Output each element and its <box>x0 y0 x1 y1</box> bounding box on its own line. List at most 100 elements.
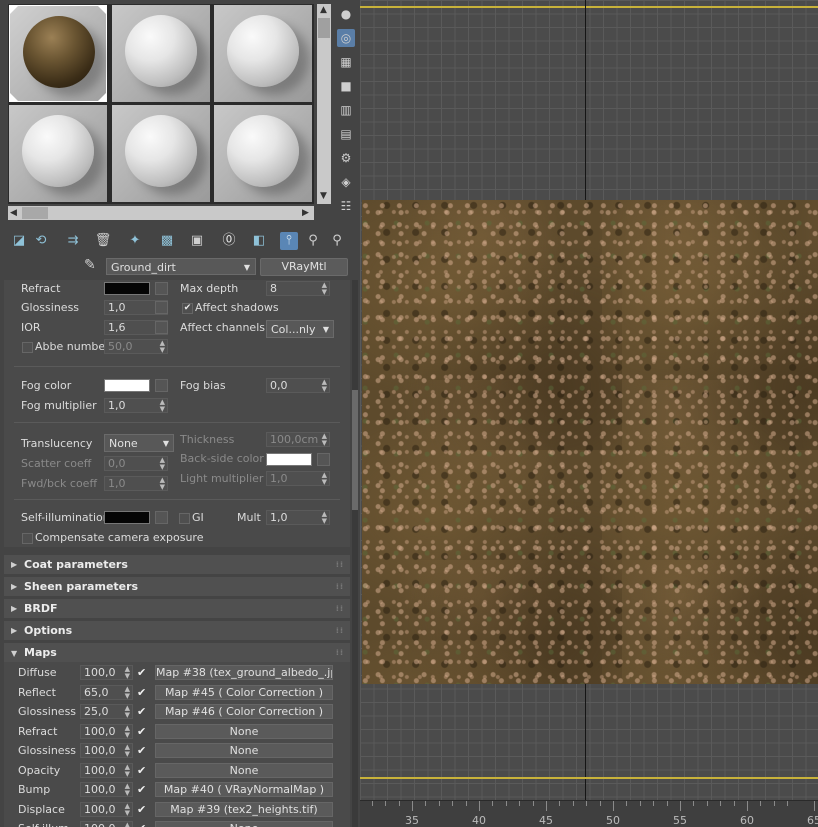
spinner-arrows-icon[interactable]: ▲▼ <box>125 802 130 817</box>
spinner-arrows-icon[interactable]: ▲▼ <box>160 399 165 413</box>
abbe-number-checkbox[interactable] <box>22 342 33 353</box>
scroll-down-icon[interactable]: ▼ <box>320 191 327 201</box>
self-illumination-swatch[interactable] <box>104 511 150 524</box>
spinner-arrows-icon[interactable]: ▲▼ <box>160 340 165 354</box>
spinner-arrows-icon[interactable]: ▲▼ <box>160 457 165 471</box>
spinner-arrows-icon[interactable]: ▲▼ <box>322 511 327 525</box>
eyedropper-icon[interactable]: ✎ <box>84 257 96 273</box>
material-type-button[interactable]: VRayMtl <box>260 258 348 276</box>
map-slot-button[interactable]: None <box>155 743 333 758</box>
spinner-arrows-icon[interactable]: ▲▼ <box>125 666 130 680</box>
map-slot-button[interactable]: Map #46 ( Color Correction ) <box>155 704 333 719</box>
scatter-coeff-spinner[interactable]: 0,0 ▲ ▼ <box>104 456 168 471</box>
spinner-arrows-icon[interactable]: ▲▼ <box>160 477 165 491</box>
show-shaded-in-viewport-icon[interactable]: ⓪ <box>220 232 238 250</box>
put-to-library-icon[interactable]: ▩ <box>158 232 176 250</box>
background-checker-icon[interactable]: ▦ <box>337 53 355 71</box>
fog-color-swatch[interactable] <box>104 379 150 392</box>
pick-material-from-object-icon[interactable]: ⚲ <box>328 232 346 250</box>
rollout-maps[interactable]: ▼ Maps ⁞⁞ <box>4 643 350 662</box>
slots-vertical-scrollbar[interactable]: ▲ ▼ <box>317 4 331 204</box>
map-slot-button[interactable]: Map #45 ( Color Correction ) <box>155 684 333 700</box>
drag-handle-icon[interactable]: ⁞⁞ <box>336 643 344 662</box>
spinner-arrows-icon[interactable]: ▲▼ <box>125 763 130 778</box>
textured-ground-plane[interactable] <box>362 200 818 684</box>
thickness-spinner[interactable]: 100,0cm ▲ ▼ <box>266 432 330 447</box>
rollout-coat-parameters[interactable]: ▶ Coat parameters ⁞⁞ <box>4 555 350 574</box>
fog-multiplier-spinner[interactable]: 1,0 ▲ ▼ <box>104 398 168 413</box>
map-enabled-checkmark-icon[interactable]: ✔ <box>137 686 146 699</box>
get-material-icon[interactable]: ◪ <box>10 232 28 250</box>
map-amount-spinner[interactable]: 100,0 ▲▼ <box>80 743 133 758</box>
sample-slot-2[interactable] <box>112 5 210 102</box>
map-slot-button[interactable]: Map #39 (tex2_heights.tif) <box>155 801 333 817</box>
spinner-arrows-icon[interactable]: ▲▼ <box>322 472 327 486</box>
go-forward-to-sibling-icon[interactable]: ⚲ <box>304 232 322 250</box>
drag-handle-icon[interactable]: ⁞⁞ <box>336 599 344 618</box>
select-by-material-icon[interactable]: ◈ <box>337 173 355 191</box>
translucency-dropdown[interactable]: None ▼ <box>104 434 174 452</box>
self-illumination-map-button[interactable] <box>155 511 168 524</box>
make-preview-icon[interactable]: ▤ <box>337 125 355 143</box>
slots-horizontal-scrollbar[interactable]: ◀ ▶ <box>8 206 314 220</box>
map-enabled-checkmark-icon[interactable]: ✔ <box>137 822 146 827</box>
scrollbar-thumb[interactable] <box>318 18 330 38</box>
map-enabled-checkmark-icon[interactable]: ✔ <box>137 705 146 718</box>
fog-bias-spinner[interactable]: 0,0 ▲ ▼ <box>266 378 330 393</box>
video-color-check-icon[interactable]: ▥ <box>337 101 355 119</box>
glossiness-map-button[interactable] <box>155 301 168 314</box>
rollout-brdf[interactable]: ▶ BRDF ⁞⁞ <box>4 599 350 618</box>
reset-map-icon[interactable]: 🗑 <box>94 232 112 250</box>
compensate-exposure-checkbox[interactable] <box>22 533 33 544</box>
spinner-arrows-icon[interactable]: ▲▼ <box>322 282 327 296</box>
affect-channels-dropdown[interactable]: Col...nly ▼ <box>266 320 334 338</box>
map-amount-spinner[interactable]: 100,0 ▲▼ <box>80 723 133 739</box>
self-illum-mult-spinner[interactable]: 1,0 ▲ ▼ <box>266 510 330 525</box>
map-enabled-checkmark-icon[interactable]: ✔ <box>137 744 146 757</box>
sample-type-sphere-icon[interactable]: ● <box>337 5 355 23</box>
scroll-up-icon[interactable]: ▲ <box>320 5 327 15</box>
spinner-arrows-icon[interactable]: ▲▼ <box>125 705 130 719</box>
scroll-right-icon[interactable]: ▶ <box>302 208 309 218</box>
scrollbar-thumb[interactable] <box>352 390 358 510</box>
gi-checkbox[interactable] <box>179 513 190 524</box>
ior-map-button[interactable] <box>155 321 168 334</box>
spinner-arrows-icon[interactable]: ▲▼ <box>322 379 327 393</box>
map-slot-button[interactable]: None <box>155 821 333 827</box>
map-enabled-checkmark-icon[interactable]: ✔ <box>137 764 146 777</box>
scroll-left-icon[interactable]: ◀ <box>10 208 17 218</box>
spinner-arrows-icon[interactable]: ▲▼ <box>125 685 130 700</box>
back-side-map-button[interactable] <box>317 453 330 466</box>
map-enabled-checkmark-icon[interactable]: ✔ <box>137 783 146 796</box>
map-amount-spinner[interactable]: 65,0 ▲ ▼ <box>80 684 133 700</box>
map-amount-spinner[interactable]: 100,0 ▲▼ <box>80 665 133 680</box>
sample-uv-tiling-icon[interactable]: ■ <box>337 77 355 95</box>
material-id-channel-icon[interactable]: ▣ <box>188 232 206 250</box>
map-slot-button[interactable]: Map #38 (tex_ground_albedo_.jpg) <box>155 665 333 680</box>
material-map-navigator-icon[interactable]: ☷ <box>337 197 355 215</box>
sample-slot-5[interactable] <box>112 105 210 202</box>
map-amount-spinner[interactable]: 100,0 ▲▼ <box>80 762 133 778</box>
map-amount-spinner[interactable]: 100,0 ▲▼ <box>80 782 133 797</box>
backlight-icon[interactable]: ◎ <box>337 29 355 47</box>
map-amount-spinner[interactable]: 100,0 ▲▼ <box>80 801 133 817</box>
refract-color-swatch[interactable] <box>104 282 150 295</box>
show-end-result-icon[interactable]: ◧ <box>250 232 268 250</box>
sample-slot-4[interactable] <box>9 105 107 202</box>
map-slot-button[interactable]: None <box>155 762 333 778</box>
sample-slot-6[interactable] <box>214 105 312 202</box>
map-slot-button[interactable]: None <box>155 723 333 739</box>
timeline-ruler[interactable]: 35 40 45 50 55 60 65 <box>360 800 818 827</box>
rollout-sheen-parameters[interactable]: ▶ Sheen parameters ⁞⁞ <box>4 577 350 596</box>
max-depth-spinner[interactable]: 8 ▲ ▼ <box>266 281 330 296</box>
map-enabled-checkmark-icon[interactable]: ✔ <box>137 803 146 816</box>
assign-material-icon[interactable]: ⇉ <box>64 232 82 250</box>
spinner-arrows-icon[interactable]: ▲▼ <box>125 822 130 827</box>
spinner-arrows-icon[interactable]: ▲▼ <box>125 724 130 739</box>
drag-handle-icon[interactable]: ⁞⁞ <box>336 621 344 640</box>
drag-handle-icon[interactable]: ⁞⁞ <box>336 555 344 574</box>
sample-slot-3[interactable] <box>214 5 312 102</box>
refract-map-button[interactable] <box>155 282 168 295</box>
make-unique-icon[interactable]: ✦ <box>126 232 144 250</box>
go-to-parent-icon[interactable]: ⫯ <box>280 232 298 250</box>
